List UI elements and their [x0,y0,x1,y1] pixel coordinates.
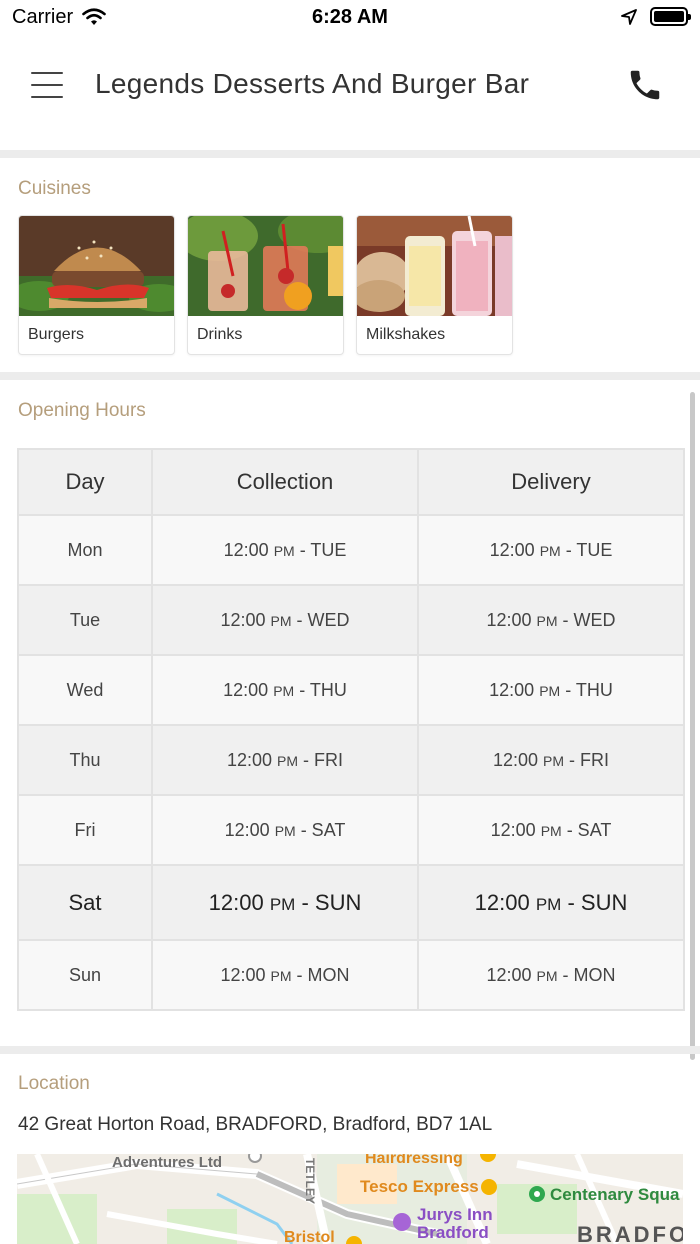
column-header-delivery: Delivery [417,448,685,516]
burger-image [19,216,174,316]
delivery-cell: 12:00 PM - SAT [417,794,685,866]
status-bar: Carrier 6:28 AM [0,0,700,40]
battery-icon [650,7,691,26]
cuisine-label: Burgers [28,326,85,343]
hamburger-menu-icon[interactable] [25,68,69,102]
cuisine-label: Drinks [197,326,243,343]
cuisines-title: Cuisines [18,178,91,199]
map-label: TETLEY [303,1158,317,1205]
milkshakes-image [357,216,512,316]
day-cell: Sun [17,939,153,1011]
collection-cell: 12:00 PM - SAT [151,794,419,866]
table-row: Tue 12:00 PM - WED 12:00 PM - WED [17,584,685,656]
clock: 6:28 AM [312,6,388,28]
collection-cell: 12:00 PM - THU [151,654,419,726]
collection-cell: 12:00 PM - SUN [151,864,419,941]
location-arrow-icon [621,8,637,25]
app-header: Legends Desserts And Burger Bar [0,40,700,150]
delivery-cell: 12:00 PM - SUN [417,864,685,941]
table-row: Wed 12:00 PM - THU 12:00 PM - THU [17,654,685,726]
cuisine-card-burgers[interactable]: Burgers [18,215,175,355]
map-label: Bradford [417,1223,489,1242]
map-label: Centenary Squa [550,1185,680,1204]
opening-hours-title: Opening Hours [18,400,146,421]
cuisine-label: Milkshakes [366,326,446,343]
phone-icon[interactable] [626,66,664,104]
section-divider [0,372,700,380]
cuisine-card-milkshakes[interactable]: Milkshakes [356,215,513,355]
column-header-collection: Collection [151,448,419,516]
day-cell: Fri [17,794,153,866]
day-cell: Wed [17,654,153,726]
day-cell: Sat [17,864,153,941]
section-divider [0,1046,700,1054]
day-cell: Tue [17,584,153,656]
delivery-cell: 12:00 PM - FRI [417,724,685,796]
location-title: Location [18,1073,90,1094]
location-map[interactable]: Adventures Ltd Hairdressing Tesco Expres… [17,1154,683,1244]
table-row: Mon 12:00 PM - TUE 12:00 PM - TUE [17,514,685,586]
cuisine-card-drinks[interactable]: Drinks [187,215,344,355]
address-text: 42 Great Horton Road, BRADFORD, Bradford… [18,1114,493,1135]
scrollbar[interactable] [690,392,695,1060]
table-row: Thu 12:00 PM - FRI 12:00 PM - FRI [17,724,685,796]
drinks-image [188,216,343,316]
collection-cell: 12:00 PM - WED [151,584,419,656]
day-cell: Thu [17,724,153,796]
collection-cell: 12:00 PM - FRI [151,724,419,796]
map-label: Jurys Inn [417,1205,493,1224]
delivery-cell: 12:00 PM - WED [417,584,685,656]
delivery-cell: 12:00 PM - MON [417,939,685,1011]
table-row: Fri 12:00 PM - SAT 12:00 PM - SAT [17,794,685,866]
collection-cell: 12:00 PM - MON [151,939,419,1011]
table-row: Sun 12:00 PM - MON 12:00 PM - MON [17,939,685,1011]
map-label: Hairdressing [365,1154,463,1167]
column-header-day: Day [17,448,153,516]
section-divider [0,150,700,158]
delivery-cell: 12:00 PM - THU [417,654,685,726]
table-row-today: Sat 12:00 PM - SUN 12:00 PM - SUN [17,864,685,941]
day-cell: Mon [17,514,153,586]
page-title: Legends Desserts And Burger Bar [95,68,530,99]
collection-cell: 12:00 PM - TUE [151,514,419,586]
map-label: Adventures Ltd [112,1154,223,1171]
table-header-row: Day Collection Delivery [17,448,685,516]
map-label: Tesco Express [360,1177,479,1196]
map-label: Bristol [284,1229,335,1244]
opening-hours-table: Day Collection Delivery Mon 12:00 PM - T… [17,448,685,1011]
map-label: BRADFOR [577,1222,683,1244]
delivery-cell: 12:00 PM - TUE [417,514,685,586]
